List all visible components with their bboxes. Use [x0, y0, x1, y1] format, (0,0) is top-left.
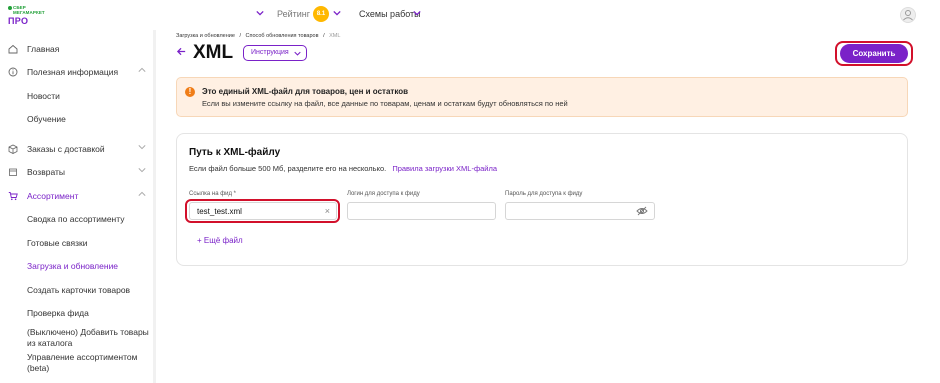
chevron-down-icon — [138, 143, 146, 153]
sidebar-item-add-from-catalog[interactable]: (Выключено) Добавить товары из каталога — [0, 325, 155, 349]
rating-chevron-down-icon[interactable] — [333, 9, 343, 19]
login-label: Логин для доступа к фиду — [347, 191, 420, 197]
login-field[interactable] — [347, 202, 496, 220]
box-icon — [8, 144, 18, 154]
sidebar-item-label: Сводка по ассортименту — [27, 214, 125, 224]
rating-label[interactable]: Рейтинг — [277, 9, 310, 19]
cart-icon — [8, 191, 18, 201]
save-button[interactable]: Сохранить — [840, 44, 908, 63]
password-field[interactable] — [505, 202, 655, 220]
warning-icon: ! — [185, 87, 195, 97]
add-file-button[interactable]: + Ещё файл — [197, 236, 243, 245]
logo-text-top: СБЕР МЕГАМАРКЕТ — [13, 5, 45, 15]
alert-text: Если вы измените ссылку на файл, все дан… — [202, 99, 568, 108]
sidebar-item-feed-check[interactable]: Проверка фида — [0, 303, 155, 325]
breadcrumb-item[interactable]: Способ обновления товаров — [246, 33, 319, 39]
password-label: Пароль для доступа к фиду — [505, 191, 583, 197]
breadcrumb-item[interactable]: Загрузка и обновление — [176, 33, 235, 39]
sidebar-item-useful-info[interactable]: Полезная информация — [0, 62, 155, 84]
sidebar-item-home[interactable]: Главная — [0, 39, 155, 61]
sidebar-item-ready-bundles[interactable]: Готовые связки — [0, 233, 155, 255]
sidebar-item-label: Ассортимент — [27, 191, 79, 201]
rules-link[interactable]: Правила загрузки XML-файла — [392, 164, 497, 173]
sidebar-item-create-cards[interactable]: Создать карточки товаров — [0, 280, 155, 302]
sidebar-item-assortment-management[interactable]: Управление ассортиментом (beta) — [0, 350, 155, 374]
info-icon — [8, 67, 18, 77]
info-alert: ! Это единый XML-файл для товаров, цен и… — [176, 77, 908, 117]
sidebar-item-label: Создать карточки товаров — [27, 285, 131, 295]
sidebar-item-label: Проверка фида — [27, 308, 89, 318]
sidebar-item-assortment-summary[interactable]: Сводка по ассортименту — [0, 209, 155, 231]
breadcrumb-separator: / — [239, 33, 241, 39]
rating-badge[interactable]: 8.1 — [313, 6, 329, 22]
instructions-dropdown[interactable]: Инструкция — [243, 45, 307, 61]
chevron-down-icon — [138, 166, 146, 176]
sidebar-item-label: Управление ассортиментом (beta) — [27, 352, 138, 373]
breadcrumb-separator: / — [323, 33, 325, 39]
chevron-up-icon — [138, 190, 146, 200]
sidebar-item-label: Загрузка и обновление — [27, 261, 119, 271]
feed-field-highlight — [185, 199, 340, 223]
sidebar-item-label: Новости — [27, 91, 60, 101]
schemes-menu[interactable]: Схемы работы — [359, 9, 421, 19]
sidebar: Главная Полезная информация Новости Обуч… — [0, 30, 156, 383]
schemes-chevron-down-icon[interactable] — [413, 9, 423, 19]
page-title: XML — [193, 42, 234, 63]
eye-off-icon[interactable] — [636, 206, 648, 218]
card-description: Если файл больше 500 Мб, разделите его н… — [189, 164, 497, 173]
sidebar-item-delivery-orders[interactable]: Заказы с доставкой — [0, 139, 155, 161]
sidebar-item-training[interactable]: Обучение — [0, 109, 155, 131]
sidebar-item-label: Полезная информация — [27, 67, 119, 77]
feed-url-label: Ссылка на фид * — [189, 191, 237, 197]
sidebar-item-label: Заказы с доставкой — [27, 144, 105, 154]
sidebar-item-assortment[interactable]: Ассортимент — [0, 186, 155, 208]
chevron-down-icon — [294, 49, 301, 63]
top-bar: СБЕР МЕГАМАРКЕТ ПРО Рейтинг 8.1 Схемы ра… — [0, 0, 940, 30]
return-icon — [8, 167, 18, 177]
sidebar-item-upload-update[interactable]: Загрузка и обновление — [0, 256, 155, 278]
logo[interactable]: СБЕР МЕГАМАРКЕТ ПРО — [8, 5, 48, 26]
chevron-up-icon — [138, 66, 146, 76]
card-title: Путь к XML-файлу — [189, 147, 281, 158]
sidebar-item-label: Главная — [27, 44, 60, 54]
sidebar-item-label: (Выключено) Добавить товары из каталога — [27, 327, 149, 348]
breadcrumb-current: XML — [329, 33, 341, 39]
sidebar-item-label: Обучение — [27, 114, 66, 124]
logo-text-main: ПРО — [8, 16, 29, 26]
sidebar-item-label: Готовые связки — [27, 238, 88, 248]
logo-dot-icon — [8, 6, 12, 10]
alert-title: Это единый XML-файл для товаров, цен и о… — [202, 87, 409, 96]
sidebar-item-returns[interactable]: Возвраты — [0, 162, 155, 184]
breadcrumb: Загрузка и обновление / Способ обновлени… — [176, 33, 340, 39]
instructions-label: Инструкция — [251, 49, 289, 56]
chevron-down-icon[interactable] — [256, 9, 266, 19]
sidebar-item-label: Возвраты — [27, 167, 65, 177]
home-icon — [8, 44, 18, 54]
user-avatar-icon[interactable] — [900, 7, 916, 23]
back-arrow-icon[interactable] — [176, 46, 187, 60]
sidebar-item-news[interactable]: Новости — [0, 86, 155, 108]
card-description-text: Если файл больше 500 Мб, разделите его н… — [189, 164, 387, 173]
